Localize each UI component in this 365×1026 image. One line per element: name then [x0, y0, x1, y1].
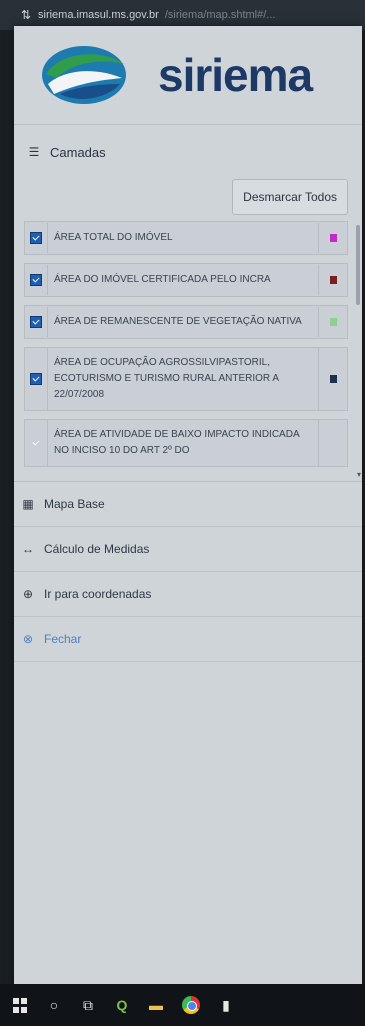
layer-swatch-cell: [319, 222, 347, 254]
layer-item[interactable]: ÁREA DE REMANESCENTE DE VEGETAÇÃO NATIVA: [24, 305, 348, 339]
menu-item-fechar[interactable]: ⊗ Fechar: [14, 617, 362, 662]
layer-item[interactable]: ÁREA DO IMÓVEL CERTIFICADA PELO INCRA: [24, 263, 348, 297]
layer-item[interactable]: ÁREA DE OCUPAÇÃO AGROSSILVIPASTORIL, ECO…: [24, 347, 348, 411]
url-path: /siriema/map.shtml#/...: [164, 9, 276, 21]
menu-item-calculo-medidas[interactable]: ↔ Cálculo de Medidas: [14, 527, 362, 572]
menu-item-ir-coordenadas[interactable]: ⊕ Ir para coordenadas: [14, 572, 362, 617]
document-icon[interactable]: ▮: [218, 997, 234, 1013]
layer-swatch: [329, 318, 337, 326]
layer-label: ÁREA DE REMANESCENTE DE VEGETAÇÃO NATIVA: [47, 307, 319, 337]
grid-icon: ▦: [22, 497, 34, 511]
url-host: siriema.imasul.ms.gov.br: [38, 9, 159, 21]
layers-list[interactable]: ÁREA TOTAL DO IMÓVEL ÁREA DO IMÓVEL CERT…: [14, 221, 362, 481]
layer-swatch: [330, 439, 337, 447]
deselect-all-button[interactable]: Desmarcar Todos: [232, 179, 348, 215]
close-circle-icon: ⊗: [22, 632, 34, 646]
layer-checkbox[interactable]: [30, 274, 42, 286]
side-panel: siriema ☰ Camadas Desmarcar Todos ÁREA T…: [14, 26, 362, 986]
layer-label: ÁREA DE ATIVIDADE DE BAIXO IMPACTO INDIC…: [47, 420, 319, 466]
task-view-icon[interactable]: ⧉: [80, 997, 96, 1013]
siriema-logo-icon: [42, 46, 126, 104]
menu-label: Ir para coordenadas: [44, 587, 152, 601]
layers-title: Camadas: [50, 144, 106, 160]
search-icon[interactable]: ○: [46, 997, 62, 1013]
layer-swatch-cell: [319, 348, 347, 410]
crosshair-icon: ⊕: [22, 587, 34, 601]
app-q-icon[interactable]: Q: [114, 997, 130, 1013]
layers-scrollbar-thumb[interactable]: [356, 225, 360, 305]
layer-checkbox[interactable]: [30, 232, 42, 244]
layer-swatch: [329, 375, 337, 383]
layer-checkbox-cell[interactable]: [25, 264, 47, 296]
layer-label: ÁREA DO IMÓVEL CERTIFICADA PELO INCRA: [47, 265, 319, 295]
windows-start-icon[interactable]: [12, 997, 28, 1013]
chrome-icon[interactable]: [182, 996, 200, 1014]
layer-checkbox[interactable]: [30, 373, 42, 385]
layer-checkbox-cell[interactable]: [25, 420, 47, 466]
layer-swatch-cell: [319, 306, 347, 338]
menu-label: Fechar: [44, 632, 82, 646]
layer-swatch-cell: [319, 264, 347, 296]
list-icon: ☰: [28, 145, 40, 159]
file-explorer-icon[interactable]: ▬: [148, 997, 164, 1013]
os-taskbar: ○ ⧉ Q ▬ ▮: [0, 984, 365, 1026]
layer-swatch: [329, 276, 337, 284]
tools-menu: ▦ Mapa Base ↔ Cálculo de Medidas ⊕ Ir pa…: [14, 481, 362, 662]
layer-item[interactable]: ÁREA DE ATIVIDADE DE BAIXO IMPACTO INDIC…: [24, 419, 348, 467]
site-info-icon[interactable]: ⇅: [20, 8, 32, 22]
scroll-down-icon[interactable]: ▾: [357, 470, 361, 479]
layer-checkbox[interactable]: [30, 316, 42, 328]
layer-swatch: [329, 234, 337, 242]
menu-label: Mapa Base: [44, 497, 105, 511]
layer-swatch-cell: [319, 420, 347, 466]
menu-label: Cálculo de Medidas: [44, 542, 150, 556]
layer-checkbox-cell[interactable]: [25, 348, 47, 410]
layer-label: ÁREA TOTAL DO IMÓVEL: [47, 223, 319, 253]
layer-item[interactable]: ÁREA TOTAL DO IMÓVEL: [24, 221, 348, 255]
layer-checkbox-cell[interactable]: [25, 306, 47, 338]
brand-name: siriema: [158, 49, 313, 101]
panel-header: siriema: [14, 26, 362, 125]
layer-label: ÁREA DE OCUPAÇÃO AGROSSILVIPASTORIL, ECO…: [47, 348, 319, 410]
layer-checkbox-cell[interactable]: [25, 222, 47, 254]
arrows-horizontal-icon: ↔: [22, 542, 34, 556]
layers-toolbar: Desmarcar Todos: [14, 179, 362, 221]
layer-checkbox[interactable]: [30, 437, 42, 449]
layers-section-title: ☰ Camadas: [14, 125, 362, 179]
menu-item-mapa-base[interactable]: ▦ Mapa Base: [14, 482, 362, 527]
